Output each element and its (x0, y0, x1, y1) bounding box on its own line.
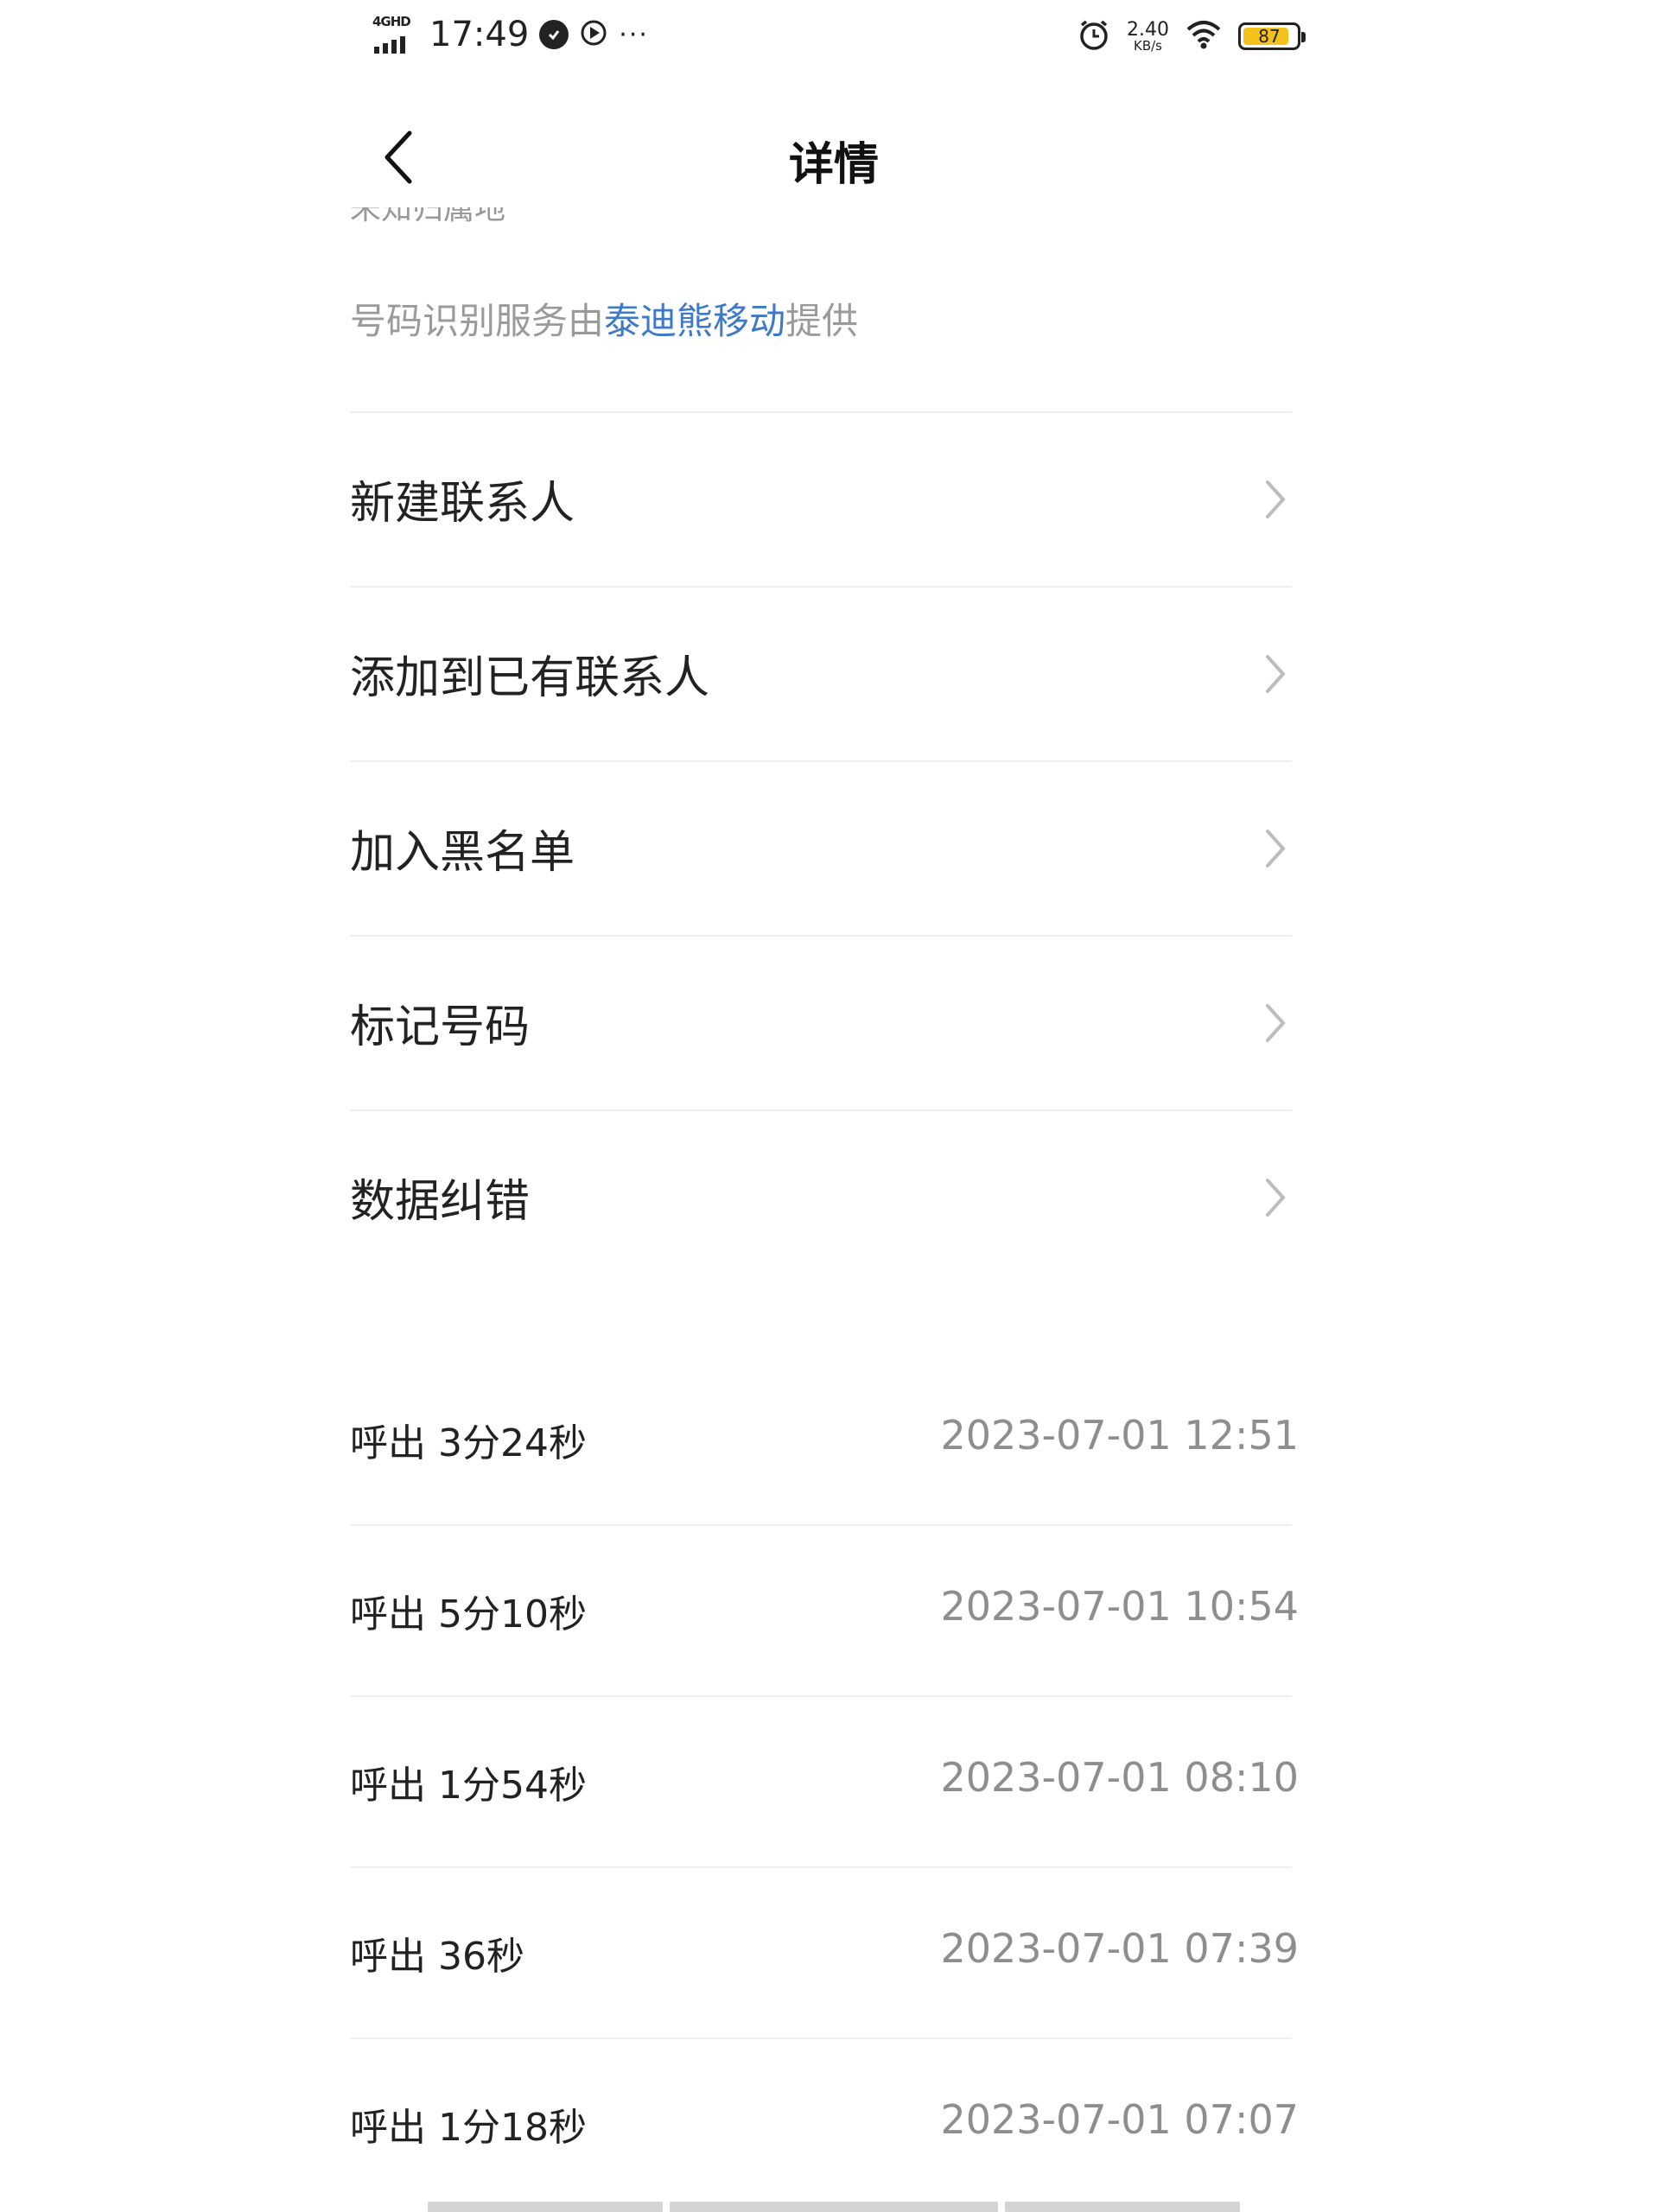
status-bar: 4GHD 17:49 ··· 2.40 KB/s 87 (350, 0, 1318, 78)
provider-prefix: 号码识别服务由 (350, 300, 605, 342)
menu-item-add-to-existing-contact[interactable]: 添加到已有联系人 (350, 586, 1292, 760)
chevron-right-icon (1266, 655, 1286, 693)
call-type-duration: 呼出 1分54秒 (350, 1764, 587, 1808)
page: 4GHD 17:49 ··· 2.40 KB/s 87 详情 未知归属地 号码识… (0, 0, 1659, 2212)
call-datetime: 2023-07-01 12:51 (940, 1412, 1299, 1459)
status-left: 4GHD 17:49 ··· (372, 14, 649, 55)
call-log-row: 呼出 1分54秒 2023-07-01 08:10 (350, 1695, 1299, 1868)
call-type-duration: 呼出 3分24秒 (350, 1421, 587, 1465)
call-log-row: 呼出 3分24秒 2023-07-01 12:51 (350, 1355, 1299, 1526)
call-log-row: 呼出 1分18秒 2023-07-01 07:07 (350, 2037, 1299, 2210)
call-datetime: 2023-07-01 10:54 (940, 1583, 1299, 1630)
menu-item-label: 标记号码 (350, 1001, 531, 1053)
call-type-duration: 呼出 1分18秒 (350, 2106, 587, 2150)
menu-item-label: 添加到已有联系人 (350, 652, 710, 704)
provider-notice: 号码识别服务由泰迪熊移动提供 (350, 292, 858, 345)
call-log-row: 呼出 36秒 2023-07-01 07:39 (350, 1866, 1299, 2039)
chevron-right-icon (1266, 1004, 1286, 1042)
location-text-clipped: 未知归属地 (350, 207, 506, 226)
chevron-right-icon (1266, 830, 1286, 868)
provider-suffix: 提供 (785, 300, 859, 342)
menu-item-add-to-blacklist[interactable]: 加入黑名单 (350, 760, 1292, 935)
call-datetime: 2023-07-01 08:10 (940, 1754, 1299, 1801)
more-notifications-icon: ··· (619, 19, 649, 50)
chevron-right-icon (1266, 1179, 1286, 1217)
network-speed: 2.40 KB/s (1127, 18, 1169, 54)
app-notification-icon (539, 20, 569, 49)
alarm-icon (1077, 17, 1111, 55)
menu-item-data-correction[interactable]: 数据纠错 (350, 1109, 1292, 1284)
bottom-action-bar-edge (428, 2202, 1240, 2212)
battery-percent: 87 (1258, 26, 1281, 47)
menu-item-label: 新建联系人 (350, 478, 575, 530)
call-log-row: 呼出 5分10秒 2023-07-01 10:54 (350, 1524, 1299, 1697)
call-datetime: 2023-07-01 07:39 (940, 1925, 1299, 1972)
play-notification-icon (579, 18, 608, 51)
menu-item-label: 数据纠错 (350, 1176, 531, 1228)
menu-item-new-contact[interactable]: 新建联系人 (350, 411, 1292, 586)
page-title: 详情 (788, 139, 879, 191)
network-type: 4GHD (372, 14, 411, 29)
status-right: 2.40 KB/s 87 (1077, 17, 1306, 55)
provider-link[interactable]: 泰迪熊移动 (604, 300, 785, 342)
status-time: 17:49 (429, 15, 530, 54)
wifi-icon (1185, 19, 1223, 54)
phone-screen: 4GHD 17:49 ··· 2.40 KB/s 87 详情 未知归属地 号码识… (350, 0, 1318, 2212)
menu-item-mark-number[interactable]: 标记号码 (350, 935, 1292, 1109)
title-bar: 详情 (350, 104, 1318, 207)
call-datetime: 2023-07-01 07:07 (940, 2096, 1299, 2143)
battery-icon: 87 (1238, 22, 1306, 50)
call-type-duration: 呼出 36秒 (350, 1935, 524, 1979)
menu-item-label: 加入黑名单 (350, 827, 575, 879)
call-type-duration: 呼出 5分10秒 (350, 1592, 587, 1637)
chevron-right-icon (1266, 480, 1286, 518)
signal-icon: 4GHD (372, 14, 419, 55)
